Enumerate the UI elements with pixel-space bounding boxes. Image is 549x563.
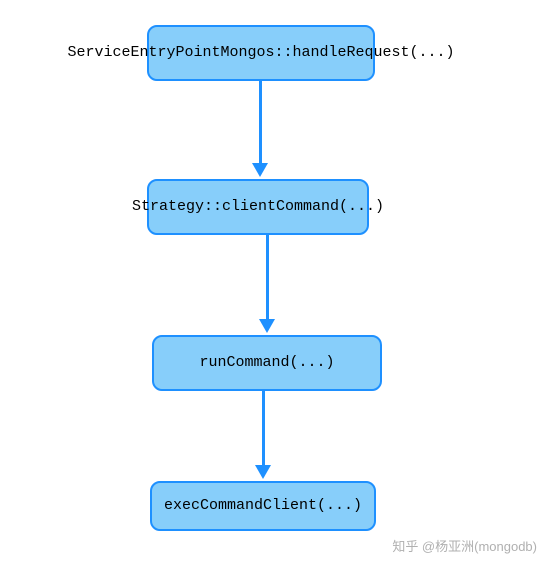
arrow-1-2 — [252, 81, 268, 177]
flow-node-3-label: runCommand(...) — [199, 353, 334, 373]
arrow-3-4 — [255, 391, 271, 479]
flow-node-2-label: Strategy::clientCommand(...) — [132, 197, 384, 217]
flow-node-3: runCommand(...) — [152, 335, 382, 391]
flow-node-1-label: ServiceEntryPointMongos::handleRequest(.… — [67, 43, 454, 63]
flow-node-4: execCommandClient(...) — [150, 481, 376, 531]
flow-node-1: ServiceEntryPointMongos::handleRequest(.… — [147, 25, 375, 81]
flow-node-4-label: execCommandClient(...) — [164, 496, 362, 516]
watermark: 知乎 @杨亚洲(mongodb) — [392, 536, 537, 555]
arrow-2-3 — [259, 235, 275, 333]
flow-node-2: Strategy::clientCommand(...) — [147, 179, 369, 235]
